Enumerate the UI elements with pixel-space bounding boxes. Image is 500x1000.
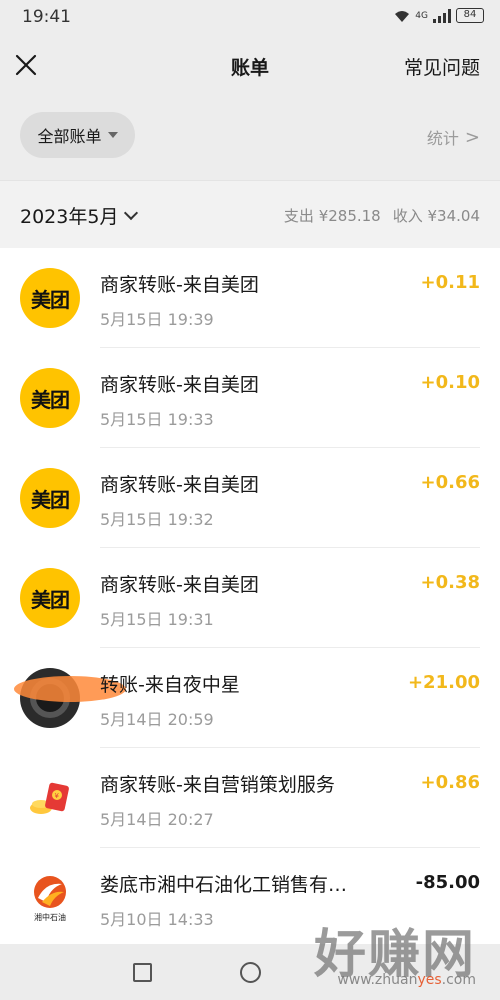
transaction-time: 5月14日 20:27 — [100, 810, 214, 829]
meituan-logo: 美团 — [20, 368, 80, 428]
battery-level: 84 — [463, 9, 477, 20]
transaction-amount: +0.86 — [420, 772, 481, 793]
transaction-row[interactable]: ¥ 商家转账-来自营销策划服务 5月14日 20:27 +0.86 — [0, 748, 500, 848]
status-time: 19:41 — [22, 7, 71, 27]
transaction-title: 商家转账-来自美团 — [100, 374, 259, 396]
network-type-label: 4G — [415, 10, 428, 21]
transaction-amount: +0.66 — [420, 472, 481, 493]
transaction-title: 商家转账-来自美团 — [100, 274, 259, 296]
transaction-row[interactable]: 美团 商家转账-来自美团 5月15日 19:31 +0.38 — [0, 548, 500, 648]
month-selector[interactable]: 2023年5月 — [20, 202, 139, 229]
status-bar: 19:41 4G 84 — [0, 0, 500, 36]
site-watermark: 好赚网 www.zhuanyes.com — [276, 912, 486, 998]
statistics-label: 统计 — [426, 129, 459, 148]
transaction-title: 转账-来自夜中星 — [100, 674, 240, 696]
signal-icon — [433, 8, 451, 23]
transaction-time: 5月14日 20:59 — [100, 710, 214, 729]
home-button[interactable] — [240, 962, 261, 983]
transaction-title: 商家转账-来自美团 — [100, 574, 259, 596]
transaction-time: 5月15日 19:39 — [100, 310, 214, 329]
month-summary: 支出 ¥285.18 收入 ¥34.04 — [284, 205, 480, 226]
nav-bar: 账单 常见问题 — [0, 36, 500, 94]
faq-link[interactable]: 常见问题 — [404, 53, 480, 80]
caret-down-icon — [107, 132, 118, 138]
petroleum-logo-label: 湘中石油 — [34, 912, 66, 922]
battery-icon: 84 — [456, 8, 484, 23]
transaction-title: 商家转账-来自美团 — [100, 474, 259, 496]
transaction-row[interactable]: 美团 商家转账-来自美团 5月15日 19:39 +0.11 — [0, 248, 500, 348]
income-total: 收入 ¥34.04 — [392, 207, 480, 225]
chevron-down-icon — [124, 205, 139, 221]
transaction-amount: +0.10 — [420, 372, 481, 393]
recents-button[interactable] — [133, 963, 152, 982]
statistics-link[interactable]: 统计 > — [427, 125, 480, 149]
transaction-amount: +0.38 — [420, 572, 481, 593]
transaction-amount: +21.00 — [407, 672, 480, 693]
watermark-url: www.zhuanyes.com — [337, 972, 476, 988]
transaction-time: 5月15日 19:32 — [100, 510, 214, 529]
red-packet-icon: ¥ — [20, 768, 80, 828]
transaction-list: 美团 商家转账-来自美团 5月15日 19:39 +0.11 美团 商家转账-来… — [0, 248, 500, 944]
month-label: 2023年5月 — [20, 206, 119, 228]
transaction-time: 5月10日 14:33 — [100, 910, 214, 929]
meituan-logo: 美团 — [20, 568, 80, 628]
flame-logo-graphic — [34, 875, 66, 908]
transaction-title: 商家转账-来自营销策划服务 — [100, 774, 335, 796]
transaction-amount: +0.11 — [420, 272, 481, 293]
transaction-row[interactable]: 美团 商家转账-来自美团 5月15日 19:33 +0.10 — [0, 348, 500, 448]
transaction-amount: -85.00 — [415, 872, 480, 893]
transaction-title: 娄底市湘中石油化工销售有… — [100, 874, 348, 896]
bill-type-filter-label: 全部账单 — [37, 127, 102, 146]
wifi-icon — [395, 10, 410, 22]
petroleum-logo: 湘中石油 — [20, 868, 80, 928]
meituan-logo: 美团 — [20, 268, 80, 328]
month-header: 2023年5月 支出 ¥285.18 收入 ¥34.04 — [0, 180, 500, 248]
transaction-time: 5月15日 19:33 — [100, 410, 214, 429]
transaction-row[interactable]: 转账-来自夜中星 5月14日 20:59 +21.00 — [0, 648, 500, 748]
chevron-right-icon: > — [464, 126, 480, 148]
bill-type-filter-button[interactable]: 全部账单 — [20, 112, 135, 158]
filter-bar: 全部账单 统计 > — [0, 94, 500, 180]
expense-total: 支出 ¥285.18 — [283, 207, 381, 225]
transaction-time: 5月15日 19:31 — [100, 610, 214, 629]
red-packet-graphic: ¥ — [30, 782, 69, 814]
svg-text:¥: ¥ — [55, 792, 60, 800]
meituan-logo: 美团 — [20, 468, 80, 528]
transaction-row[interactable]: 美团 商家转账-来自美团 5月15日 19:32 +0.66 — [0, 448, 500, 548]
close-icon[interactable] — [12, 51, 40, 79]
status-icons: 4G 84 — [394, 8, 484, 23]
